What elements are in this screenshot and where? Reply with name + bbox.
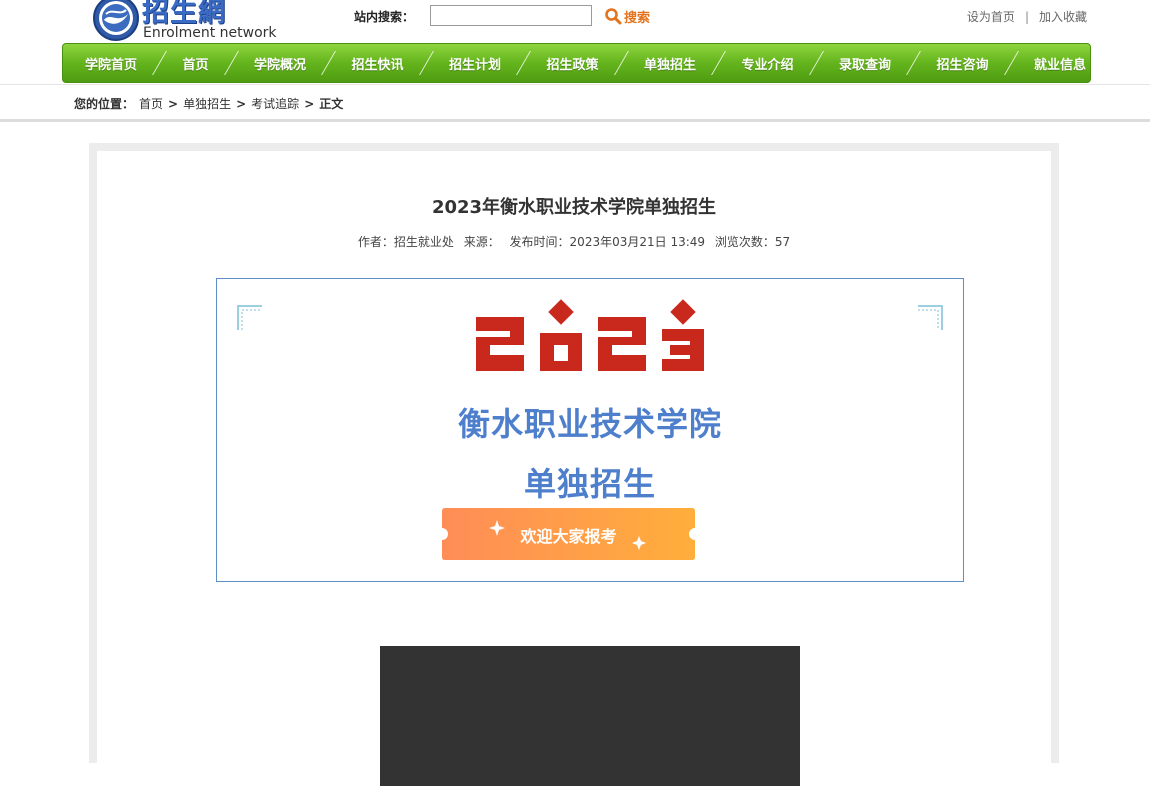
search-label: 站内搜索： xyxy=(354,10,415,24)
nav-separator xyxy=(615,52,628,74)
corner-decoration-icon xyxy=(237,305,262,330)
welcome-ribbon: 欢迎大家报考 xyxy=(441,508,696,560)
banner-college-name: 衡水职业技术学院 xyxy=(457,405,722,443)
nav-separator xyxy=(420,52,433,74)
breadcrumb-home[interactable]: 首页 xyxy=(139,95,163,112)
site-header: 招生網 Enrolment network 站内搜索： 搜索 设为首页 | 加入… xyxy=(0,0,1150,44)
nav-separator xyxy=(225,52,238,74)
nav-item-independent-enrolment[interactable]: 单独招生 xyxy=(640,54,700,73)
article-view-count: 浏览次数：57 xyxy=(714,235,791,249)
article-meta: 作者：招生就业处 来源： 发布时间：2023年03月21日 13:49 浏览次数… xyxy=(97,233,1051,250)
article-source: 来源： xyxy=(463,235,500,249)
nav-separator xyxy=(517,52,530,74)
search-input[interactable] xyxy=(430,5,592,26)
logo-english-text: Enrolment network xyxy=(143,25,277,41)
nav-separator xyxy=(322,52,335,74)
search-button-label: 搜索 xyxy=(624,10,651,26)
corner-decoration-icon xyxy=(918,305,943,330)
breadcrumb-separator: > xyxy=(168,96,179,111)
article-author: 作者：招生就业处 xyxy=(357,235,454,249)
year-graphic: 2023 xyxy=(476,299,704,371)
site-logo[interactable]: 招生網 Enrolment network xyxy=(92,0,282,42)
nav-separator xyxy=(1005,52,1018,74)
breadcrumb-current: 正文 xyxy=(319,97,344,111)
breadcrumb-exam-tracking[interactable]: 考试追踪 xyxy=(251,95,299,112)
search-icon xyxy=(605,8,622,25)
breadcrumb-separator: > xyxy=(304,96,315,111)
nav-separator xyxy=(907,52,920,74)
video-player[interactable] xyxy=(380,646,800,786)
article-frame: 2023年衡水职业技术学院单独招生 作者：招生就业处 来源： 发布时间：2023… xyxy=(89,143,1059,786)
nav-separator xyxy=(712,52,725,74)
nav-item-enrolment-plan[interactable]: 招生计划 xyxy=(445,54,505,73)
nav-separator xyxy=(153,52,166,74)
college-emblem-icon xyxy=(93,0,139,41)
article-publish-time: 发布时间：2023年03月21日 13:49 xyxy=(509,235,706,249)
top-links: 设为首页 | 加入收藏 xyxy=(967,8,1087,25)
nav-item-enrolment-consult[interactable]: 招生咨询 xyxy=(933,54,993,73)
breadcrumb: 您的位置： 首页 > 单独招生 > 考试追踪 > 正文 xyxy=(74,95,343,112)
breadcrumb-separator: > xyxy=(236,96,247,111)
article-title: 2023年衡水职业技术学院单独招生 xyxy=(431,197,717,218)
search-button[interactable]: 搜索 xyxy=(604,5,650,27)
nav-item-majors[interactable]: 专业介绍 xyxy=(738,54,798,73)
nav-separator xyxy=(810,52,823,74)
nav-item-enrolment-policy[interactable]: 招生政策 xyxy=(543,54,603,73)
article-banner-image: 2023 衡水职业技术学院 单独招生 xyxy=(216,278,964,582)
main-nav: 学院首页 首页 学院概况 招生快讯 招生计划 招生政策 单独招生 专业介绍 录取… xyxy=(62,43,1091,83)
nav-item-admission-query[interactable]: 录取查询 xyxy=(835,54,895,73)
top-links-separator: | xyxy=(1024,9,1029,24)
breadcrumb-bar: 您的位置： 首页 > 单独招生 > 考试追踪 > 正文 xyxy=(0,84,1150,122)
banner-enrolment-type: 单独招生 xyxy=(523,465,656,503)
breadcrumb-label: 您的位置： xyxy=(74,97,135,111)
nav-item-enrolment-news[interactable]: 招生快讯 xyxy=(348,54,408,73)
add-favorite-link[interactable]: 加入收藏 xyxy=(1039,8,1087,25)
welcome-text: 欢迎大家报考 xyxy=(520,527,617,546)
nav-item-employment-info[interactable]: 就业信息 xyxy=(1030,54,1090,73)
article-content: 2023年衡水职业技术学院单独招生 作者：招生就业处 来源： 发布时间：2023… xyxy=(97,151,1051,786)
set-homepage-link[interactable]: 设为首页 xyxy=(967,8,1015,25)
nav-item-college-overview[interactable]: 学院概况 xyxy=(250,54,310,73)
nav-item-home[interactable]: 首页 xyxy=(179,54,213,73)
breadcrumb-independent-enrolment[interactable]: 单独招生 xyxy=(183,95,231,112)
nav-item-college-home[interactable]: 学院首页 xyxy=(81,54,141,73)
